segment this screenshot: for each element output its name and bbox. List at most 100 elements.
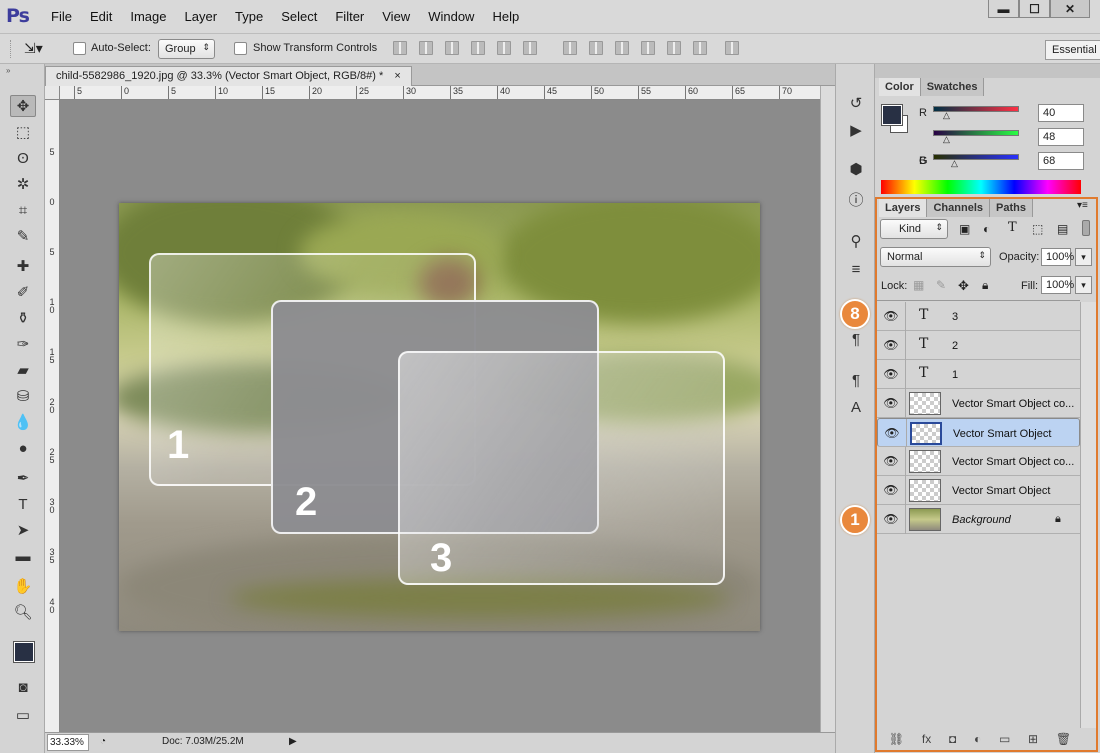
tab-layers[interactable]: Layers: [879, 199, 928, 217]
new-group-icon[interactable]: ▭: [999, 732, 1010, 748]
visibility-eye-icon[interactable]: 👁︎: [883, 397, 899, 409]
lasso-tool-icon[interactable]: ʘ: [10, 147, 36, 169]
menu-file[interactable]: File: [42, 9, 81, 24]
zoom-field[interactable]: 33.33%: [47, 734, 89, 751]
blend-mode-select[interactable]: Normal ⇕: [880, 247, 991, 267]
type-tool-icon[interactable]: T: [10, 493, 36, 515]
zoom-tool-icon[interactable]: 🔍︎: [10, 601, 36, 623]
visibility-eye-icon[interactable]: 👁︎: [883, 455, 899, 467]
delete-layer-icon[interactable]: 🗑︎: [1056, 732, 1071, 748]
visibility-eye-icon[interactable]: 👁︎: [883, 513, 899, 525]
layer-row[interactable]: 👁︎ T 3: [877, 302, 1080, 331]
foreground-color-swatch[interactable]: [13, 641, 35, 663]
menu-layer[interactable]: Layer: [176, 9, 227, 24]
move-tool-preset-icon[interactable]: ⇲▾: [24, 40, 43, 57]
distribute-vcenter-icon[interactable]: [589, 41, 603, 55]
ruler-origin[interactable]: [45, 86, 60, 100]
layer-style-icon[interactable]: fx: [922, 732, 931, 748]
distribute-right-icon[interactable]: [693, 41, 707, 55]
distribute-hcenter-icon[interactable]: [667, 41, 681, 55]
layers-menu-icon[interactable]: ▾≡: [1077, 200, 1088, 211]
layer-row[interactable]: 👁︎ Vector Smart Object: [877, 476, 1080, 505]
pen-tool-icon[interactable]: ✒: [10, 467, 36, 489]
visibility-eye-icon[interactable]: 👁︎: [883, 368, 899, 380]
screen-mode-icon[interactable]: ▭: [10, 704, 36, 726]
document-tab[interactable]: child-5582986_1920.jpg @ 33.3% (Vector S…: [45, 66, 412, 86]
layer-row[interactable]: 👁︎ T 1: [877, 360, 1080, 389]
tab-paths[interactable]: Paths: [990, 199, 1033, 217]
menu-image[interactable]: Image: [121, 9, 175, 24]
new-layer-icon[interactable]: ⊞: [1028, 732, 1038, 748]
layer-lock-icon[interactable]: 🔒︎: [1055, 513, 1061, 526]
workspace-switcher[interactable]: Essential: [1045, 40, 1100, 60]
menu-type[interactable]: Type: [226, 9, 272, 24]
close-window-button[interactable]: ✕: [1050, 0, 1090, 18]
align-bottom-icon[interactable]: [445, 41, 459, 55]
glass-card-3[interactable]: 3: [398, 351, 725, 585]
brush-presets-icon[interactable]: ⚲: [845, 230, 867, 252]
history-brush-tool-icon[interactable]: ✑: [10, 333, 36, 355]
opacity-arrow-icon[interactable]: ▾: [1075, 248, 1092, 266]
visibility-eye-icon[interactable]: 👁︎: [883, 484, 899, 496]
blur-tool-icon[interactable]: 💧: [10, 411, 36, 433]
menu-view[interactable]: View: [373, 9, 419, 24]
g-value-field[interactable]: 48: [1038, 128, 1084, 146]
b-value-field[interactable]: 68: [1038, 152, 1084, 170]
layer-row-selected[interactable]: 👁︎ Vector Smart Object: [877, 418, 1080, 448]
status-menu-arrow-icon[interactable]: ▶: [289, 736, 297, 747]
document-canvas[interactable]: 1 2 3: [119, 203, 760, 631]
quick-mask-icon[interactable]: ◙: [10, 676, 36, 698]
align-hcenter-icon[interactable]: [497, 41, 511, 55]
filter-adjustment-icon[interactable]: ◐: [983, 222, 990, 236]
layers-scrollbar[interactable]: [1080, 302, 1096, 728]
link-layers-icon[interactable]: ⛓: [889, 732, 904, 748]
filter-toggle[interactable]: [1082, 220, 1090, 236]
vertical-scrollbar[interactable]: [820, 86, 835, 732]
kind-filter-select[interactable]: Kind ⇕: [880, 219, 948, 239]
tab-swatches[interactable]: Swatches: [920, 78, 985, 96]
options-grip[interactable]: [10, 40, 13, 58]
info-panel-icon[interactable]: ⓘ: [845, 188, 867, 210]
b-slider-handle-icon[interactable]: △: [951, 158, 958, 169]
visibility-eye-icon[interactable]: 👁︎: [884, 427, 900, 439]
g-slider-handle-icon[interactable]: △: [943, 134, 950, 145]
layer-row[interactable]: 👁︎ Vector Smart Object co...: [877, 389, 1080, 418]
paint-bucket-tool-icon[interactable]: ⛁: [10, 385, 36, 407]
menu-help[interactable]: Help: [483, 9, 528, 24]
filter-smart-object-icon[interactable]: ▤: [1057, 222, 1068, 236]
r-value-field[interactable]: 40: [1038, 104, 1084, 122]
maximize-button[interactable]: ☐: [1019, 0, 1050, 18]
clone-stamp-tool-icon[interactable]: ⚱: [10, 307, 36, 329]
show-transform-checkbox[interactable]: [234, 42, 247, 55]
fill-field[interactable]: 100%: [1041, 276, 1074, 294]
dodge-tool-icon[interactable]: ●: [10, 437, 36, 459]
eyedropper-tool-icon[interactable]: ✎: [10, 225, 36, 247]
tab-close-icon[interactable]: ×: [394, 70, 400, 82]
fill-arrow-icon[interactable]: ▾: [1075, 276, 1092, 294]
doc-status-icon[interactable]: ◔: [100, 736, 106, 747]
align-top-icon[interactable]: [393, 41, 407, 55]
lock-all-icon[interactable]: 🔒︎: [982, 278, 988, 293]
3d-panel-icon[interactable]: ⬢: [845, 158, 867, 180]
color-fg-swatch[interactable]: [881, 104, 903, 126]
add-mask-icon[interactable]: ◘: [949, 732, 956, 748]
layer-row[interactable]: 👁︎ T 2: [877, 331, 1080, 360]
brush-tool-icon[interactable]: ✐: [10, 281, 36, 303]
tab-channels[interactable]: Channels: [927, 199, 990, 217]
auto-align-icon[interactable]: [725, 41, 739, 55]
distribute-bottom-icon[interactable]: [615, 41, 629, 55]
align-left-icon[interactable]: [471, 41, 485, 55]
align-right-icon[interactable]: [523, 41, 537, 55]
menu-filter[interactable]: Filter: [326, 9, 373, 24]
filter-type-icon[interactable]: T: [1008, 220, 1017, 235]
distribute-left-icon[interactable]: [641, 41, 655, 55]
path-selection-tool-icon[interactable]: ➤: [10, 519, 36, 541]
eraser-tool-icon[interactable]: ▰: [10, 359, 36, 381]
r-slider-handle-icon[interactable]: △: [943, 110, 950, 121]
menu-select[interactable]: Select: [272, 9, 326, 24]
rectangle-tool-icon[interactable]: ▬: [10, 545, 36, 567]
align-vcenter-icon[interactable]: [419, 41, 433, 55]
layer-row[interactable]: 👁︎ Vector Smart Object co...: [877, 447, 1080, 476]
tab-color[interactable]: Color: [879, 78, 921, 96]
lock-transparent-icon[interactable]: ▦: [913, 278, 924, 292]
